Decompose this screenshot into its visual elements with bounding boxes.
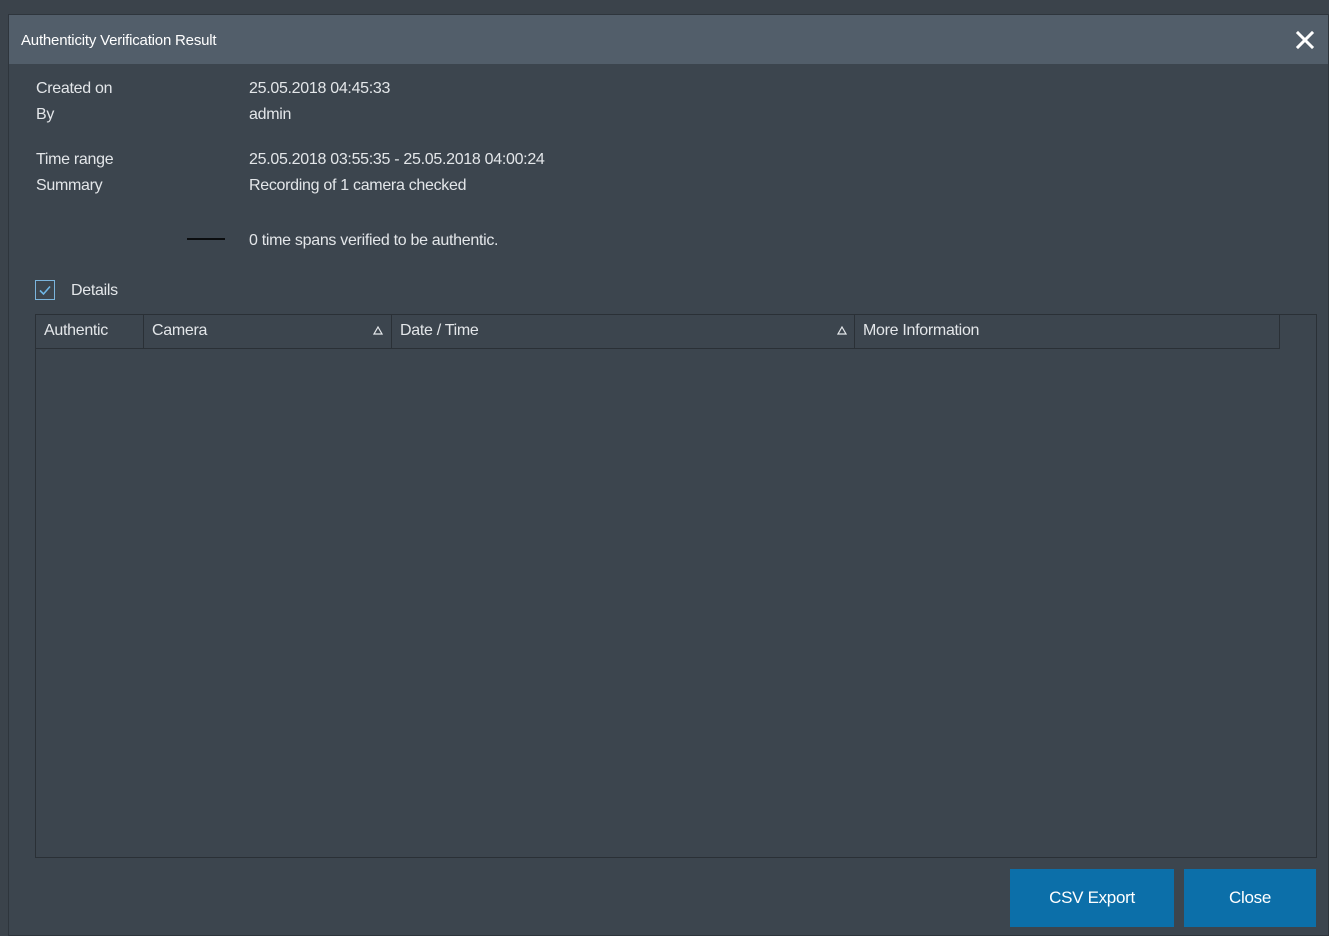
time-range-value: 25.05.2018 03:55:35 - 25.05.2018 04:00:2… [249,151,545,168]
legend-line-swatch [187,238,225,240]
checkmark-icon [39,285,51,296]
summary-value: Recording of 1 camera checked [249,177,467,194]
details-label: Details [71,282,118,299]
sort-ascending-icon [837,326,847,335]
column-header-date-time[interactable]: Date / Time [392,315,855,348]
time-range-label: Time range [36,151,114,168]
created-on-label: Created on [36,80,113,97]
column-header-camera[interactable]: Camera [144,315,392,348]
title-bar: Authenticity Verification Result [9,15,1328,64]
column-label: More Information [863,322,980,339]
legend-text: 0 time spans verified to be authentic. [249,232,499,249]
sort-ascending-icon [373,326,383,335]
close-button[interactable]: Close [1184,869,1316,927]
column-label: Date / Time [400,322,479,339]
summary-label: Summary [36,177,103,194]
column-header-authentic[interactable]: Authentic [36,315,144,348]
table-header: Authentic Camera Date / Time More Inform… [36,315,1280,349]
column-label: Camera [152,322,208,339]
csv-export-button[interactable]: CSV Export [1010,869,1174,927]
by-label: By [36,106,55,123]
close-icon[interactable] [1292,27,1318,53]
results-table[interactable]: Authentic Camera Date / Time More Inform… [35,314,1317,858]
dialog-title: Authenticity Verification Result [21,32,217,49]
by-value: admin [249,106,292,123]
details-checkbox[interactable] [35,280,55,300]
column-header-more-information[interactable]: More Information [855,315,1280,348]
verification-result-dialog: Authenticity Verification Result Created… [8,14,1329,936]
column-label: Authentic [44,322,109,339]
created-on-value: 25.05.2018 04:45:33 [249,80,391,97]
